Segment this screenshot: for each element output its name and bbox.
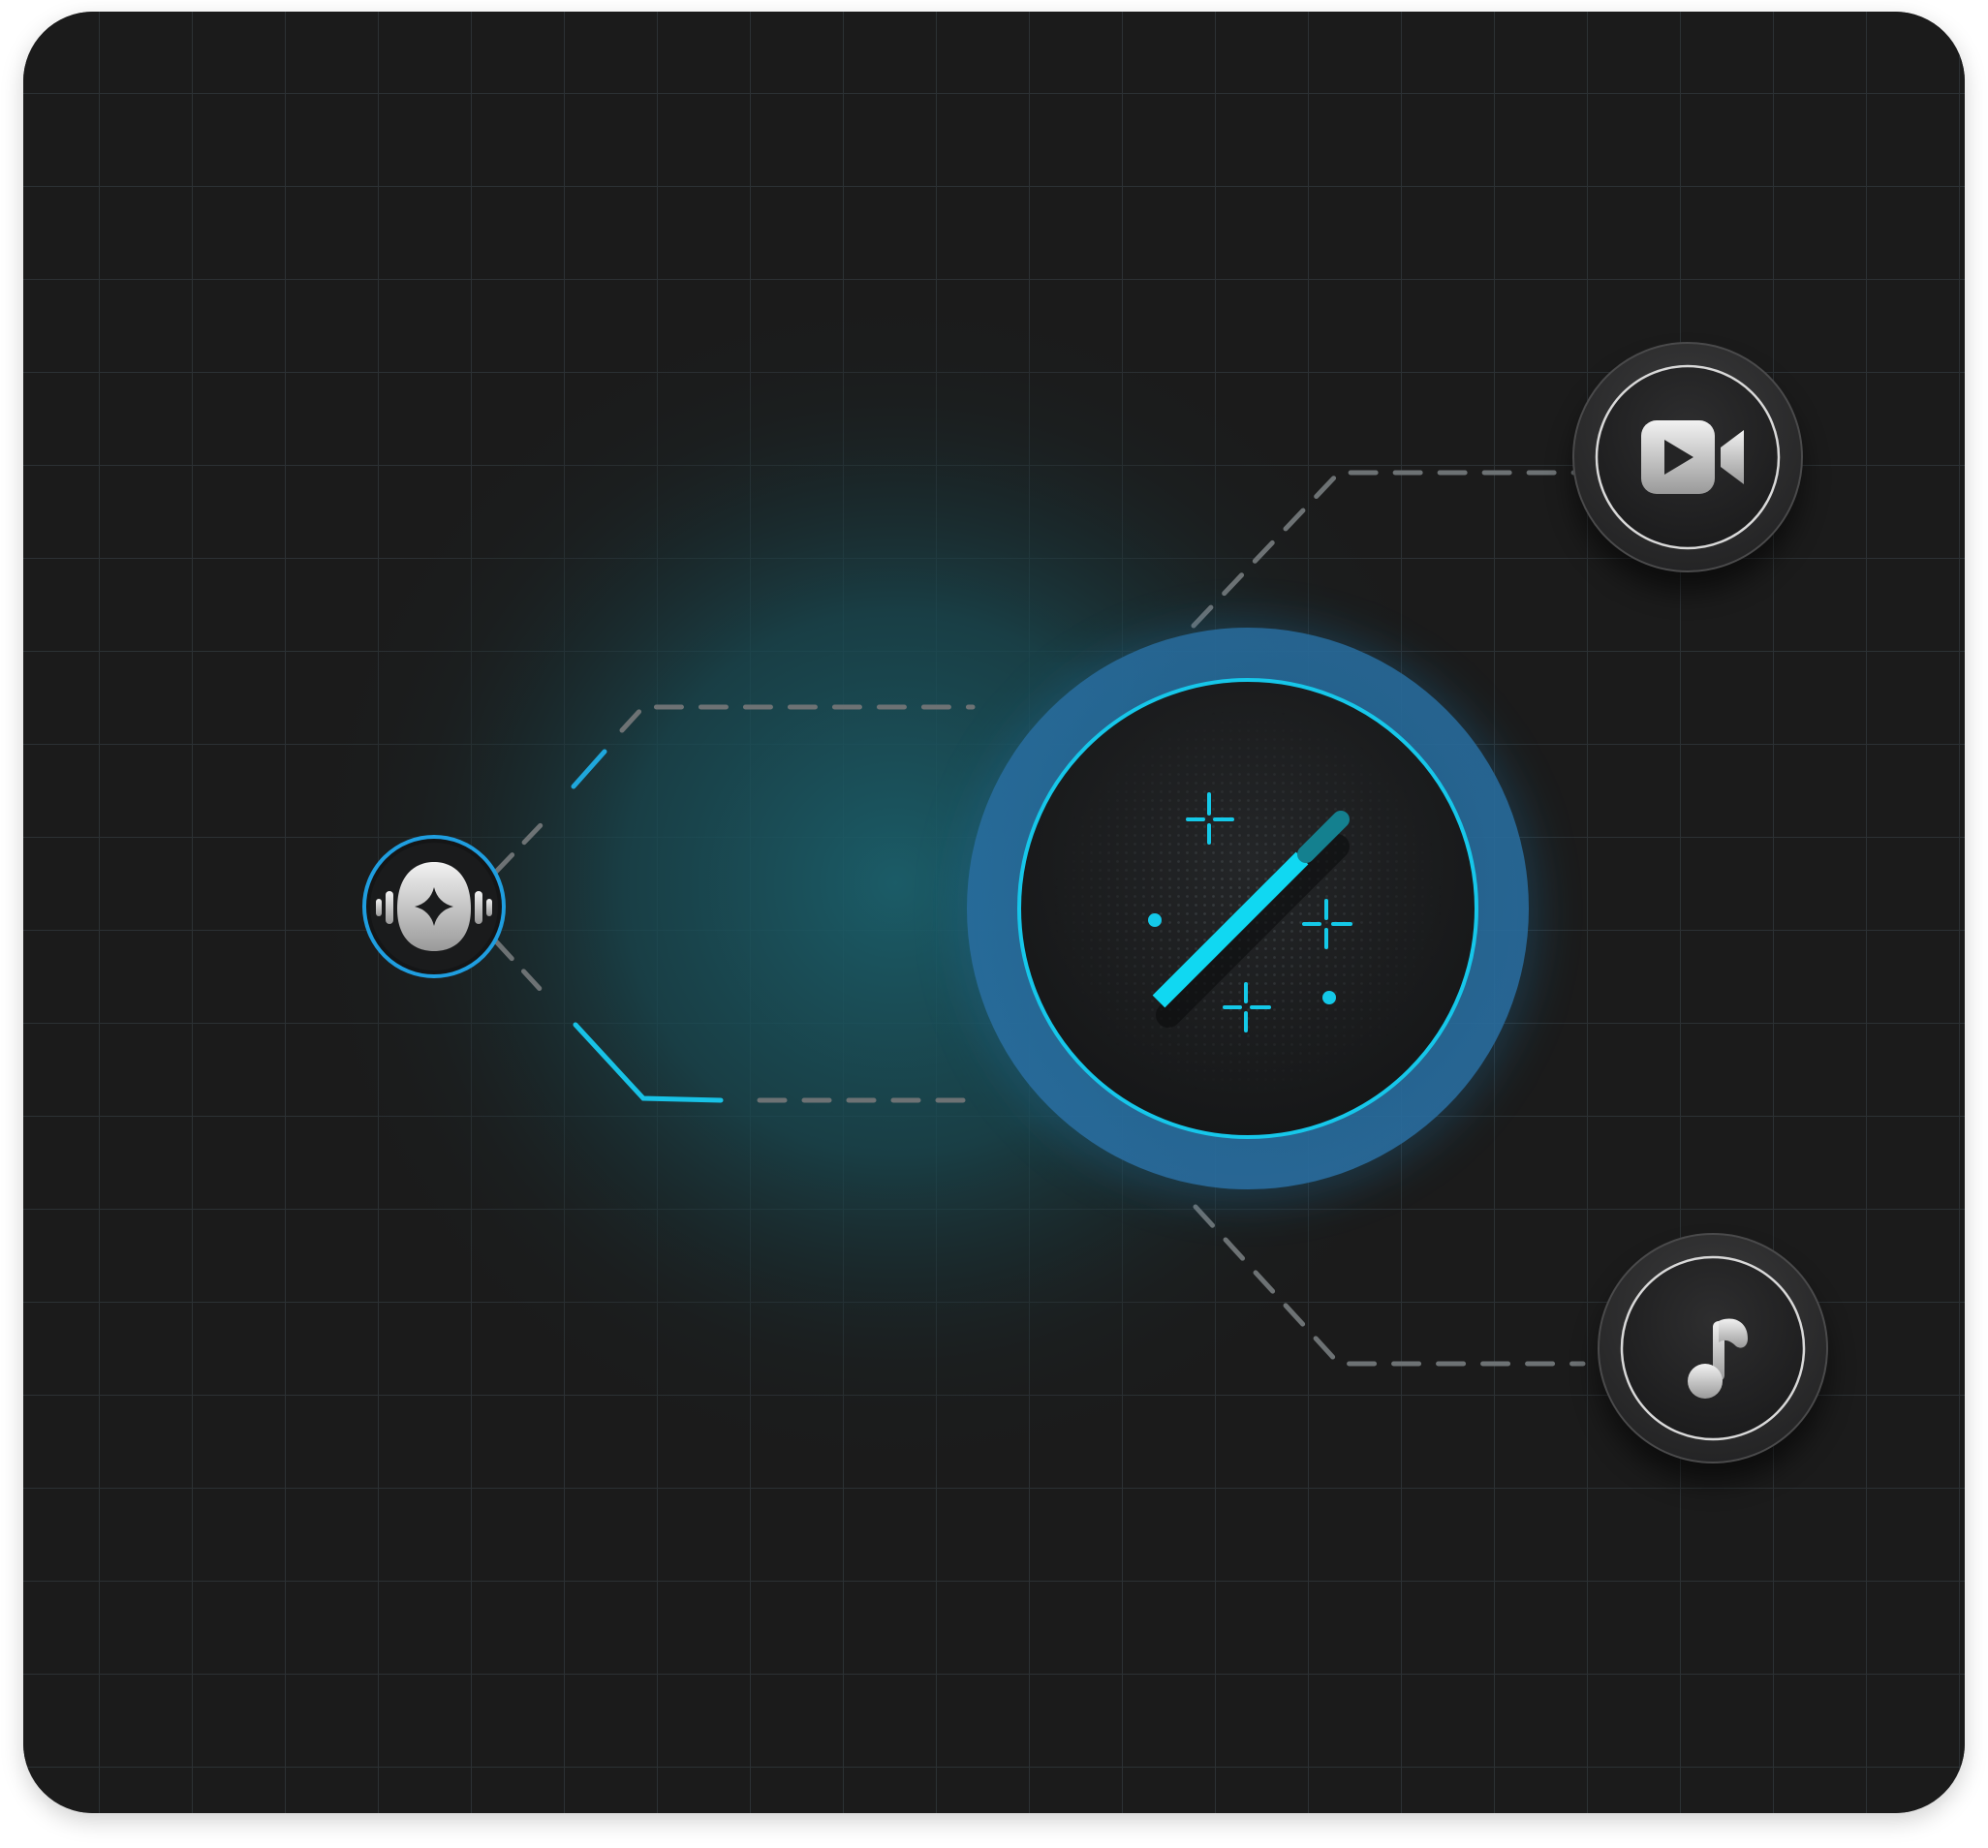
music-node[interactable]: [1598, 1233, 1828, 1482]
diagram-canvas: [23, 12, 1965, 1813]
diagram-svg: [23, 12, 1965, 1813]
video-node[interactable]: [1572, 342, 1803, 591]
hub-node[interactable]: [957, 622, 1538, 1203]
audio-node[interactable]: [362, 835, 506, 978]
